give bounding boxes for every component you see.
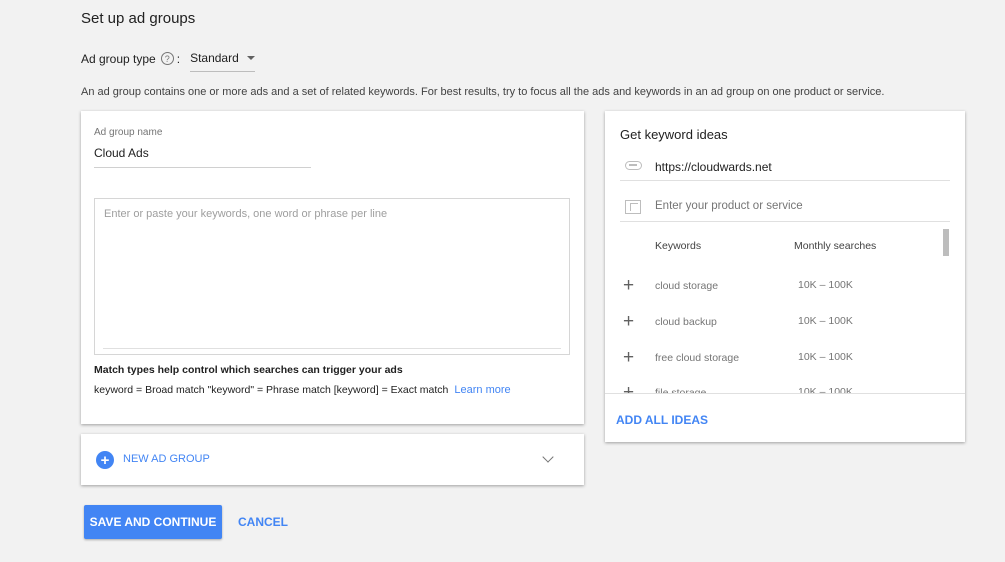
- ad-group-name-label: Ad group name: [94, 127, 163, 138]
- keyword-row: + free cloud storage 10K – 100K: [605, 348, 945, 384]
- keyword-ideas-card: Get keyword ideas https://cloudwards.net…: [605, 111, 965, 442]
- page-title: Set up ad groups: [81, 10, 196, 27]
- keyword-monthly-searches: 10K – 100K: [798, 279, 853, 291]
- url-underline: [620, 180, 950, 181]
- keyword-monthly-searches: 10K – 100K: [798, 351, 853, 363]
- keyword-row: + cloud storage 10K – 100K: [605, 276, 945, 312]
- match-types-text: keyword = Broad match "keyword" = Phrase…: [94, 384, 511, 396]
- keyword-monthly-searches: 10K – 100K: [798, 315, 853, 327]
- scrollbar[interactable]: [943, 229, 949, 256]
- keyword-ideas-title: Get keyword ideas: [620, 127, 728, 142]
- ad-group-type-select[interactable]: Standard: [190, 51, 255, 72]
- learn-more-link[interactable]: Learn more: [454, 384, 510, 396]
- ad-group-type-row: Ad group type ? : Standard: [81, 48, 255, 72]
- column-header-monthly-searches: Monthly searches: [794, 240, 877, 252]
- add-keyword-icon[interactable]: +: [623, 312, 634, 331]
- caret-down-icon: [246, 56, 255, 60]
- keyword-name: cloud backup: [655, 316, 717, 328]
- match-types-description: keyword = Broad match "keyword" = Phrase…: [94, 384, 449, 396]
- keywords-placeholder: Enter or paste your keywords, one word o…: [104, 208, 388, 220]
- match-types-title: Match types help control which searches …: [94, 364, 403, 376]
- ad-group-name-input[interactable]: Cloud Ads: [94, 146, 149, 160]
- cancel-button[interactable]: CANCEL: [238, 515, 288, 529]
- ad-group-card: Ad group name Cloud Ads Enter or paste y…: [81, 111, 584, 424]
- store-icon: [625, 200, 641, 214]
- product-service-input[interactable]: Enter your product or service: [655, 200, 803, 212]
- add-keyword-icon[interactable]: +: [623, 276, 634, 295]
- add-keyword-icon[interactable]: +: [623, 348, 634, 367]
- keywords-textarea[interactable]: Enter or paste your keywords, one word o…: [94, 198, 570, 355]
- keyword-row: + cloud backup 10K – 100K: [605, 312, 945, 348]
- column-header-keywords: Keywords: [655, 240, 702, 252]
- new-ad-group-card[interactable]: + NEW AD GROUP: [81, 434, 584, 485]
- save-and-continue-button[interactable]: SAVE AND CONTINUE: [84, 505, 222, 539]
- add-circle-icon[interactable]: +: [96, 451, 114, 469]
- new-ad-group-button[interactable]: NEW AD GROUP: [123, 453, 210, 465]
- url-input[interactable]: https://cloudwards.net: [655, 160, 772, 174]
- keyword-ideas-footer: ADD ALL IDEAS: [605, 393, 965, 442]
- ad-group-type-value: Standard: [190, 51, 239, 65]
- ad-group-name-underline: [94, 167, 311, 168]
- ad-group-type-label: Ad group type: [81, 51, 156, 66]
- link-icon: [625, 161, 642, 170]
- chevron-down-icon[interactable]: [542, 451, 554, 463]
- product-underline: [620, 221, 950, 222]
- ad-group-type-separator: :: [176, 51, 181, 66]
- keyword-name: cloud storage: [655, 280, 719, 292]
- help-icon[interactable]: ?: [160, 52, 174, 65]
- add-all-ideas-button[interactable]: ADD ALL IDEAS: [616, 413, 708, 427]
- keyword-name: free cloud storage: [655, 352, 740, 364]
- keywords-divider: [103, 348, 561, 349]
- ad-group-description: An ad group contains one or more ads and…: [81, 86, 885, 98]
